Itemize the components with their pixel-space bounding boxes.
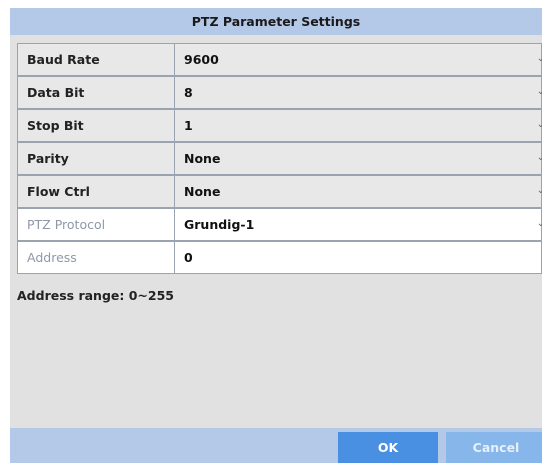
stop-bit-label: Stop Bit bbox=[17, 109, 175, 142]
address-row: Address 0 bbox=[17, 241, 542, 274]
cancel-button[interactable]: Cancel bbox=[446, 432, 542, 463]
parity-label: Parity bbox=[17, 142, 175, 175]
flow-ctrl-row: Flow Ctrl None ⌄ bbox=[17, 175, 542, 208]
data-bit-row: Data Bit 8 ⌄ bbox=[17, 76, 542, 109]
dialog-footer: OK Cancel bbox=[10, 428, 542, 463]
address-label: Address bbox=[17, 241, 175, 274]
ptz-protocol-label: PTZ Protocol bbox=[17, 208, 175, 241]
chevron-down-icon[interactable]: ⌄ bbox=[537, 86, 542, 97]
data-bit-label: Data Bit bbox=[17, 76, 175, 109]
chevron-down-icon[interactable]: ⌄ bbox=[537, 218, 542, 229]
chevron-down-icon[interactable]: ⌄ bbox=[537, 119, 542, 130]
parity-row: Parity None ⌄ bbox=[17, 142, 542, 175]
baud-rate-dropdown[interactable]: 9600 ⌄ bbox=[174, 43, 542, 76]
parity-dropdown[interactable]: None ⌄ bbox=[174, 142, 542, 175]
ptz-protocol-value: Grundig-1 bbox=[184, 217, 255, 232]
ptz-protocol-row: PTZ Protocol Grundig-1 ⌄ bbox=[17, 208, 542, 241]
flow-ctrl-label: Flow Ctrl bbox=[17, 175, 175, 208]
chevron-down-icon[interactable]: ⌄ bbox=[537, 185, 542, 196]
data-bit-value: 8 bbox=[184, 85, 193, 100]
stop-bit-dropdown[interactable]: 1 ⌄ bbox=[174, 109, 542, 142]
baud-rate-value: 9600 bbox=[184, 52, 219, 67]
dialog-title: PTZ Parameter Settings bbox=[10, 8, 542, 35]
address-input[interactable]: 0 bbox=[174, 241, 542, 274]
ptz-settings-dialog: PTZ Parameter Settings Baud Rate 9600 ⌄ … bbox=[10, 8, 542, 463]
chevron-down-icon[interactable]: ⌄ bbox=[537, 53, 542, 64]
baud-rate-label: Baud Rate bbox=[17, 43, 175, 76]
ptz-protocol-dropdown[interactable]: Grundig-1 ⌄ bbox=[174, 208, 542, 241]
ok-button[interactable]: OK bbox=[338, 432, 438, 463]
address-range-hint: Address range: 0~255 bbox=[17, 288, 174, 303]
stop-bit-value: 1 bbox=[184, 118, 193, 133]
data-bit-dropdown[interactable]: 8 ⌄ bbox=[174, 76, 542, 109]
stop-bit-row: Stop Bit 1 ⌄ bbox=[17, 109, 542, 142]
flow-ctrl-value: None bbox=[184, 184, 221, 199]
chevron-down-icon[interactable]: ⌄ bbox=[537, 152, 542, 163]
address-value: 0 bbox=[184, 250, 193, 265]
flow-ctrl-dropdown[interactable]: None ⌄ bbox=[174, 175, 542, 208]
baud-rate-row: Baud Rate 9600 ⌄ bbox=[17, 43, 542, 76]
parity-value: None bbox=[184, 151, 221, 166]
